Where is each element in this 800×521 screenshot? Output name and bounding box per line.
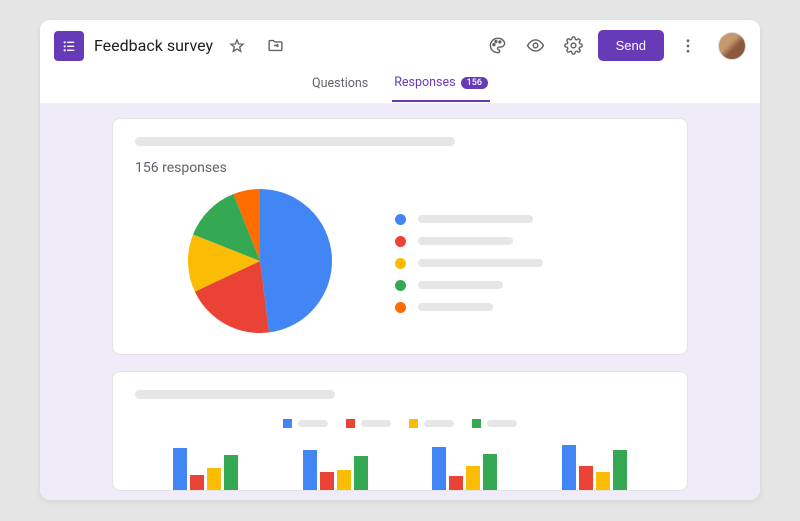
bar [596, 472, 610, 490]
app-window: Feedback survey Send Questions Responses… [40, 20, 760, 500]
header: Feedback survey Send [40, 20, 760, 65]
question-title-placeholder [135, 390, 335, 399]
body: 156 responses [40, 104, 760, 500]
bar [449, 476, 463, 490]
pie-chart [185, 186, 335, 336]
user-avatar[interactable] [718, 32, 746, 60]
bar [224, 455, 238, 490]
bar [337, 470, 351, 490]
bar-legend-item [346, 419, 391, 428]
legend-label-placeholder [418, 215, 533, 223]
forms-logo-icon[interactable] [54, 31, 84, 61]
bar-legend-item [472, 419, 517, 428]
bar [207, 468, 221, 490]
bar [303, 450, 317, 490]
bar-legend-swatch-icon [409, 419, 418, 428]
bar-group [432, 447, 497, 490]
question-title-placeholder [135, 137, 455, 146]
bar-legend [135, 419, 665, 428]
bar [173, 448, 187, 490]
bar-legend-item [283, 419, 328, 428]
legend-dot-icon [395, 258, 406, 269]
more-vert-icon[interactable] [674, 32, 702, 60]
legend-label-placeholder [418, 303, 493, 311]
legend-item [395, 302, 543, 313]
send-button[interactable]: Send [598, 30, 664, 61]
bar-chart [135, 440, 665, 490]
bar [354, 456, 368, 490]
pie-legend [395, 214, 543, 313]
responses-summary-text: 156 responses [135, 160, 665, 176]
theme-icon[interactable] [484, 32, 512, 60]
bar-legend-label-placeholder [361, 420, 391, 427]
legend-label-placeholder [418, 237, 513, 245]
bar [320, 472, 334, 490]
legend-dot-icon [395, 214, 406, 225]
legend-dot-icon [395, 236, 406, 247]
bar-group [173, 448, 238, 490]
summary-card-pie: 156 responses [112, 118, 688, 355]
preview-eye-icon[interactable] [522, 32, 550, 60]
bar-legend-swatch-icon [472, 419, 481, 428]
bar-group [562, 445, 627, 490]
bar [562, 445, 576, 490]
bar [432, 447, 446, 490]
bar-legend-item [409, 419, 454, 428]
legend-item [395, 236, 543, 247]
settings-gear-icon[interactable] [560, 32, 588, 60]
legend-dot-icon [395, 280, 406, 291]
legend-dot-icon [395, 302, 406, 313]
bar [190, 475, 204, 490]
bar-legend-swatch-icon [283, 419, 292, 428]
bar-legend-swatch-icon [346, 419, 355, 428]
legend-label-placeholder [418, 281, 503, 289]
pie-slice [260, 189, 332, 332]
tabs: Questions Responses 156 [40, 65, 760, 104]
legend-item [395, 258, 543, 269]
bar [466, 466, 480, 490]
bar-group [303, 450, 368, 490]
legend-item [395, 214, 543, 225]
bar-legend-label-placeholder [298, 420, 328, 427]
tab-responses-label: Responses [394, 75, 455, 90]
responses-count-badge: 156 [461, 77, 488, 89]
bar [483, 454, 497, 490]
legend-item [395, 280, 543, 291]
tab-questions[interactable]: Questions [310, 65, 370, 102]
legend-label-placeholder [418, 259, 543, 267]
bar [613, 450, 627, 490]
form-title[interactable]: Feedback survey [94, 36, 213, 55]
bar-legend-label-placeholder [424, 420, 454, 427]
star-icon[interactable] [223, 32, 251, 60]
move-folder-icon[interactable] [261, 32, 289, 60]
bar [579, 466, 593, 490]
summary-card-bar [112, 371, 688, 491]
tab-responses[interactable]: Responses 156 [392, 65, 490, 102]
bar-legend-label-placeholder [487, 420, 517, 427]
